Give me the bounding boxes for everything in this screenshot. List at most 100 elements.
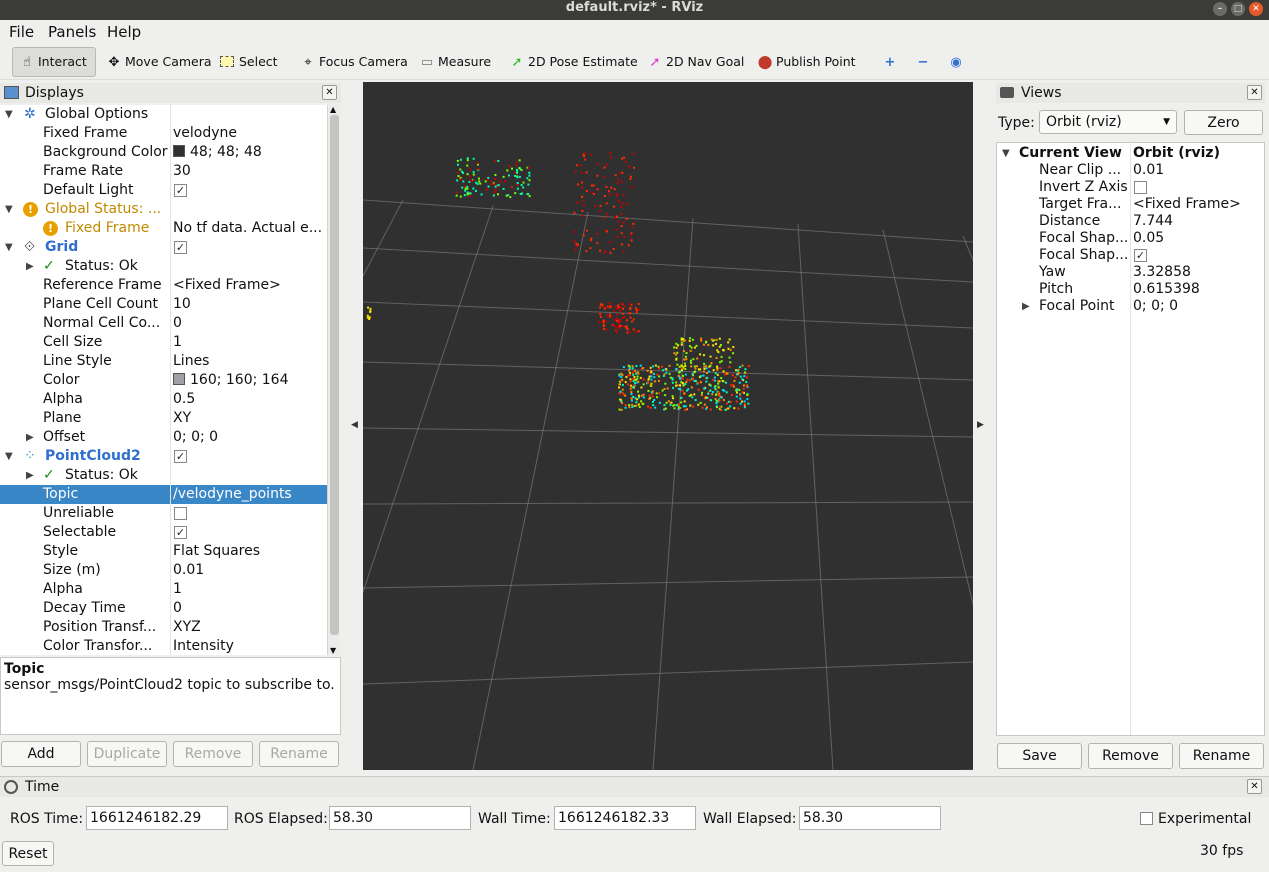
grid-enable-checkbox[interactable]: ✓ bbox=[174, 241, 187, 254]
publish-point-tool-button[interactable]: ⬤ Publish Point bbox=[751, 47, 856, 77]
tree-row-pointcloud2[interactable]: ▼ ⁘ PointCloud2 ✓ bbox=[0, 447, 327, 466]
scroll-down-icon[interactable]: ▼ bbox=[330, 646, 336, 655]
displays-tree[interactable]: ▼ ✲ Global Options Fixed Frame velodyne Bac… bbox=[0, 105, 327, 655]
menu-file[interactable]: File bbox=[9, 23, 34, 41]
tree-row-default-light[interactable]: Default Light ✓ bbox=[0, 181, 327, 200]
maximize-icon[interactable]: □ bbox=[1231, 2, 1245, 16]
cloud-point bbox=[642, 367, 645, 370]
tree-row-line-style[interactable]: Line Style Lines bbox=[0, 352, 327, 371]
tree-row-selectable[interactable]: Selectable ✓ bbox=[0, 523, 327, 542]
views-tree[interactable]: ▼ Current View Orbit (rviz) Near Clip ... 0… bbox=[996, 142, 1265, 736]
remove-view-button[interactable]: Remove bbox=[1088, 743, 1173, 769]
view-type-select[interactable]: Orbit (rviz) ▼ bbox=[1039, 110, 1177, 134]
unreliable-checkbox[interactable] bbox=[174, 507, 187, 520]
tree-row-frame-rate[interactable]: Frame Rate 30 bbox=[0, 162, 327, 181]
tree-row-color-transformer[interactable]: Color Transfor... Intensity bbox=[0, 637, 327, 655]
tree-row-normal-cell-count[interactable]: Normal Cell Co... 0 bbox=[0, 314, 327, 333]
grid-and-pointcloud[interactable] bbox=[363, 82, 973, 770]
tree-row-style[interactable]: Style Flat Squares bbox=[0, 542, 327, 561]
cloud-point bbox=[621, 307, 624, 310]
tree-row-unreliable[interactable]: Unreliable bbox=[0, 504, 327, 523]
cloud-point bbox=[728, 338, 731, 341]
tree-row-reference-frame[interactable]: Reference Frame <Fixed Frame> bbox=[0, 276, 327, 295]
wall-elapsed-field[interactable]: 58.30 bbox=[799, 806, 941, 830]
ros-time-field[interactable]: 1661246182.29 bbox=[86, 806, 228, 830]
tree-row-fixed-frame[interactable]: Fixed Frame velodyne bbox=[0, 124, 327, 143]
cloud-point bbox=[694, 367, 697, 370]
cloud-point bbox=[620, 379, 623, 382]
selectable-checkbox[interactable]: ✓ bbox=[174, 526, 187, 539]
measure-tool-button[interactable]: ▭ Measure bbox=[413, 47, 491, 77]
tree-row-global-options[interactable]: ▼ ✲ Global Options bbox=[0, 105, 327, 124]
views-close-icon[interactable]: ✕ bbox=[1247, 85, 1262, 100]
remove-tool-button[interactable]: − bbox=[909, 47, 934, 77]
tree-row-pc-alpha[interactable]: Alpha 1 bbox=[0, 580, 327, 599]
cloud-point bbox=[507, 174, 510, 177]
interact-tool-button[interactable]: ☝ Interact bbox=[12, 47, 96, 77]
cloud-point bbox=[703, 362, 706, 365]
tree-row-size[interactable]: Size (m) 0.01 bbox=[0, 561, 327, 580]
wall-time-field[interactable]: 1661246182.33 bbox=[554, 806, 696, 830]
rename-display-button[interactable]: Rename bbox=[259, 741, 339, 767]
tree-row-grid[interactable]: ▼ ⟐ Grid ✓ bbox=[0, 238, 327, 257]
cloud-point bbox=[366, 314, 369, 317]
cloud-point bbox=[728, 356, 731, 359]
tree-row-background-color[interactable]: Background Color 48; 48; 48 bbox=[0, 143, 327, 162]
collapse-left-icon[interactable]: ◀ bbox=[351, 420, 358, 430]
zero-button[interactable]: Zero bbox=[1184, 110, 1263, 135]
tree-row-offset[interactable]: ▶ Offset 0; 0; 0 bbox=[0, 428, 327, 447]
cloud-point bbox=[456, 191, 459, 194]
cloud-point bbox=[729, 361, 732, 364]
cloud-point bbox=[615, 228, 618, 231]
tree-row-position-transformer[interactable]: Position Transf... XYZ bbox=[0, 618, 327, 637]
reset-button[interactable]: Reset bbox=[2, 841, 54, 866]
cloud-point bbox=[609, 251, 612, 254]
tree-row-plane[interactable]: Plane XY bbox=[0, 409, 327, 428]
tree-row-grid-status[interactable]: ▶ ✓ Status: Ok bbox=[0, 257, 327, 276]
time-close-icon[interactable]: ✕ bbox=[1247, 779, 1262, 794]
focus-camera-tool-button[interactable]: ⌖ Focus Camera bbox=[294, 47, 407, 77]
tree-row-fixed-frame-status[interactable]: ! Fixed Frame No tf data. Actual e... bbox=[0, 219, 327, 238]
tree-row-color[interactable]: Color 160; 160; 164 bbox=[0, 371, 327, 390]
pose-estimate-tool-button[interactable]: ➚ 2D Pose Estimate bbox=[503, 47, 638, 77]
default-light-checkbox[interactable]: ✓ bbox=[174, 184, 187, 197]
tree-row-alpha[interactable]: Alpha 0.5 bbox=[0, 390, 327, 409]
displays-scrollbar[interactable]: ▲ ▼ bbox=[327, 105, 340, 655]
displays-close-icon[interactable]: ✕ bbox=[322, 85, 337, 100]
select-tool-button[interactable]: Select bbox=[216, 47, 278, 77]
invert-z-checkbox[interactable] bbox=[1134, 181, 1147, 194]
cloud-point bbox=[722, 380, 725, 383]
close-icon[interactable]: ✕ bbox=[1249, 2, 1263, 16]
scroll-up-icon[interactable]: ▲ bbox=[330, 105, 336, 114]
rename-view-button[interactable]: Rename bbox=[1179, 743, 1264, 769]
menu-help[interactable]: Help bbox=[107, 23, 141, 41]
cloud-point bbox=[689, 349, 692, 352]
move-camera-tool-button[interactable]: ✥ Move Camera bbox=[100, 47, 212, 77]
experimental-checkbox[interactable] bbox=[1140, 812, 1153, 825]
cloud-point bbox=[705, 341, 708, 344]
tree-row-plane-cell-count[interactable]: Plane Cell Count 10 bbox=[0, 295, 327, 314]
tree-row-topic[interactable]: Topic/velodyne_points bbox=[0, 485, 327, 504]
render-viewport[interactable] bbox=[363, 82, 973, 770]
tree-row-decay-time[interactable]: Decay Time 0 bbox=[0, 599, 327, 618]
duplicate-display-button[interactable]: Duplicate bbox=[87, 741, 167, 767]
remove-display-button[interactable]: Remove bbox=[173, 741, 253, 767]
save-view-button[interactable]: Save bbox=[997, 743, 1082, 769]
add-tool-button[interactable]: + bbox=[876, 47, 901, 77]
tree-row-pointcloud-status[interactable]: ▶ ✓ Status: Ok bbox=[0, 466, 327, 485]
cloud-point bbox=[650, 378, 653, 381]
ros-elapsed-field[interactable]: 58.30 bbox=[329, 806, 471, 830]
tree-row-global-status[interactable]: ▼! Global Status: ... bbox=[0, 200, 327, 219]
scrollbar-thumb[interactable] bbox=[330, 115, 339, 635]
collapse-right-icon[interactable]: ▶ bbox=[977, 420, 984, 430]
tree-row-cell-size[interactable]: Cell Size 1 bbox=[0, 333, 327, 352]
menu-panels[interactable]: Panels bbox=[48, 23, 96, 41]
focal-shape-checkbox[interactable]: ✓ bbox=[1134, 249, 1147, 262]
tool-visibility-button[interactable]: ◉ bbox=[942, 47, 967, 77]
cloud-point bbox=[690, 361, 693, 364]
minimize-icon[interactable]: – bbox=[1213, 2, 1227, 16]
nav-goal-tool-button[interactable]: ➚ 2D Nav Goal bbox=[641, 47, 745, 77]
add-display-button[interactable]: Add bbox=[1, 741, 81, 767]
pointcloud2-enable-checkbox[interactable]: ✓ bbox=[174, 450, 187, 463]
cloud-point bbox=[714, 397, 717, 400]
